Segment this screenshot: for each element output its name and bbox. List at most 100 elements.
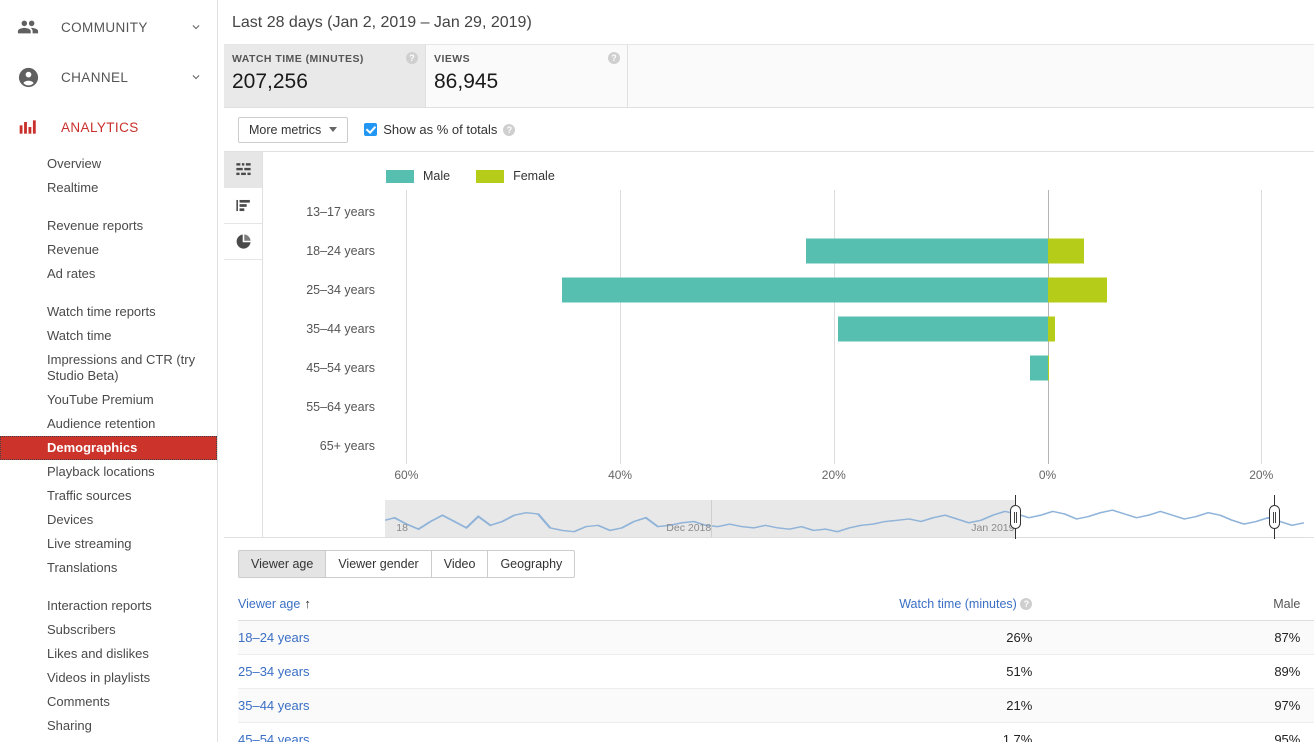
help-icon[interactable]: ? (503, 124, 515, 136)
sidebar-section-analytics[interactable]: ANALYTICS (0, 102, 217, 152)
chart-gridline (406, 190, 407, 464)
sidebar-item-revenue-reports[interactable]: Revenue reports (0, 214, 217, 238)
sidebar-item-comments[interactable]: Comments (0, 690, 217, 714)
sidebar-item-translations[interactable]: Translations (0, 556, 217, 580)
metric-card-label: WATCH TIME (MINUTES) (232, 53, 411, 65)
sidebar-item-playback-locations[interactable]: Playback locations (0, 460, 217, 484)
sidebar-item-watch-time-reports[interactable]: Watch time reports (0, 300, 217, 324)
chart-bars (385, 186, 1304, 464)
sidebar-item-watch-time[interactable]: Watch time (0, 324, 217, 348)
chevron-down-icon[interactable] (189, 20, 203, 34)
sidebar-item-demographics[interactable]: Demographics (0, 436, 217, 460)
timeline-handle-right[interactable] (1269, 505, 1280, 529)
metric-cards: WATCH TIME (MINUTES) 207,256 ? VIEWS 86,… (224, 44, 1314, 108)
table-row[interactable]: 45–54 years1.7%95%5.3% (238, 723, 1314, 742)
show-totals-toggle[interactable]: Show as % of totals ? (364, 122, 515, 137)
help-icon[interactable]: ? (1020, 598, 1032, 610)
tab-viewer-age[interactable]: Viewer age (238, 550, 325, 578)
sidebar-divider (0, 204, 217, 214)
metric-card-views[interactable]: VIEWS 86,945 ? (426, 45, 628, 107)
more-metrics-button[interactable]: More metrics (238, 117, 348, 143)
sidebar-item-ad-rates[interactable]: Ad rates (0, 262, 217, 286)
table-row[interactable]: 18–24 years26%87%13% (238, 621, 1314, 655)
chart-y-tick-label: 65+ years (320, 439, 375, 453)
column-header-male[interactable]: Male (1054, 590, 1314, 621)
legend-item-female[interactable]: Female (476, 169, 555, 183)
legend-item-male[interactable]: Male (386, 169, 450, 183)
sidebar-group-overview: Overview Realtime (0, 152, 217, 204)
sidebar-section-channel[interactable]: CHANNEL (0, 52, 217, 102)
pie-chart-icon[interactable] (224, 224, 262, 260)
chart-bar-male[interactable] (806, 238, 1048, 263)
chart-y-tick-label: 55–64 years (306, 400, 375, 414)
tab-geography[interactable]: Geography (487, 550, 575, 578)
column-header-watch-time[interactable]: Watch time (minutes) ? (631, 590, 1054, 621)
chart-bar-female[interactable] (1048, 317, 1055, 342)
metric-toolbar: More metrics Show as % of totals ? (224, 108, 1314, 152)
sidebar-item-likes-dislikes[interactable]: Likes and dislikes (0, 642, 217, 666)
cell-watch-time: 26% (631, 621, 1054, 655)
chevron-down-icon[interactable] (189, 70, 203, 84)
chart-bar-male[interactable] (562, 277, 1047, 302)
sidebar-item-revenue[interactable]: Revenue (0, 238, 217, 262)
timeline-handle-left[interactable] (1010, 505, 1021, 529)
timeline-date-label: Dec 2018 (666, 522, 711, 534)
table-header-row: Viewer age↑ Watch time (minutes) ? Male … (238, 590, 1314, 621)
sidebar-item-overview[interactable]: Overview (0, 152, 217, 176)
people-icon (16, 15, 40, 39)
metric-card-value: 207,256 (232, 69, 411, 95)
sidebar-item-audience-retention[interactable]: Audience retention (0, 412, 217, 436)
sidebar-item-interaction-reports[interactable]: Interaction reports (0, 594, 217, 618)
chart-y-tick-label: 25–34 years (306, 283, 375, 297)
tab-viewer-gender[interactable]: Viewer gender (325, 550, 430, 578)
cell-viewer-age[interactable]: 35–44 years (238, 689, 631, 723)
chart-plot: 13–17 years18–24 years25–34 years35–44 y… (263, 186, 1314, 506)
sidebar-item-annotations[interactable]: Annotations (0, 738, 217, 742)
sidebar-item-impressions-ctr[interactable]: Impressions and CTR (try Studio Beta) (0, 348, 217, 388)
cell-male: 89% (1054, 655, 1314, 689)
help-icon[interactable]: ? (406, 52, 418, 64)
sidebar-item-devices[interactable]: Devices (0, 508, 217, 532)
help-icon[interactable]: ? (608, 52, 620, 64)
cell-male: 97% (1054, 689, 1314, 723)
legend-label-female: Female (513, 169, 555, 183)
chart-bar-female[interactable] (1048, 277, 1108, 302)
chevron-down-icon (329, 127, 337, 132)
sidebar-item-traffic-sources[interactable]: Traffic sources (0, 484, 217, 508)
sidebar-section-community[interactable]: COMMUNITY (0, 2, 217, 52)
sidebar-item-videos-in-playlists[interactable]: Videos in playlists (0, 666, 217, 690)
metric-card-value: 86,945 (434, 69, 613, 95)
sidebar-item-realtime[interactable]: Realtime (0, 176, 217, 200)
sidebar-item-sharing[interactable]: Sharing (0, 714, 217, 738)
chart-bar-male[interactable] (1030, 356, 1047, 381)
tab-video[interactable]: Video (431, 550, 488, 578)
table-header: Viewer age↑ Watch time (minutes) ? Male … (238, 590, 1314, 621)
chart-legend: Male Female (263, 152, 1314, 186)
sidebar-item-subscribers[interactable]: Subscribers (0, 618, 217, 642)
table-body: 18–24 years26%87%13%25–34 years51%89%11%… (238, 621, 1314, 742)
cell-viewer-age[interactable]: 45–54 years (238, 723, 631, 742)
cell-viewer-age[interactable]: 25–34 years (238, 655, 631, 689)
chart-x-tick-label: 0% (1039, 468, 1056, 482)
table-row[interactable]: 35–44 years21%97%3.4% (238, 689, 1314, 723)
column-label-viewer-age: Viewer age (238, 597, 300, 611)
sidebar-item-youtube-premium[interactable]: YouTube Premium (0, 388, 217, 412)
legend-swatch-female (476, 170, 504, 183)
sidebar-section-label: COMMUNITY (61, 20, 189, 35)
sort-ascending-icon[interactable]: ↑ (304, 596, 311, 611)
chart-bar-female[interactable] (1048, 356, 1049, 381)
chart-gridline (834, 190, 835, 464)
metric-card-watch-time[interactable]: WATCH TIME (MINUTES) 207,256 ? (224, 45, 426, 107)
column-header-viewer-age[interactable]: Viewer age ↑ (238, 590, 631, 621)
timeline-date-label: Jan 2019 (971, 522, 1014, 534)
table-row[interactable]: 25–34 years51%89%11% (238, 655, 1314, 689)
sidebar-item-live-streaming[interactable]: Live streaming (0, 532, 217, 556)
cell-viewer-age[interactable]: 18–24 years (238, 621, 631, 655)
chart-bar-female[interactable] (1048, 238, 1084, 263)
chart-bar-male[interactable] (838, 317, 1047, 342)
timeline-range-slider[interactable]: 18Dec 2018Jan 2019 (385, 492, 1304, 538)
chart-gridline (620, 190, 621, 464)
bar-chart-icon[interactable] (224, 188, 262, 224)
grid-chart-icon[interactable] (224, 152, 262, 188)
show-totals-checkbox[interactable] (364, 123, 377, 136)
